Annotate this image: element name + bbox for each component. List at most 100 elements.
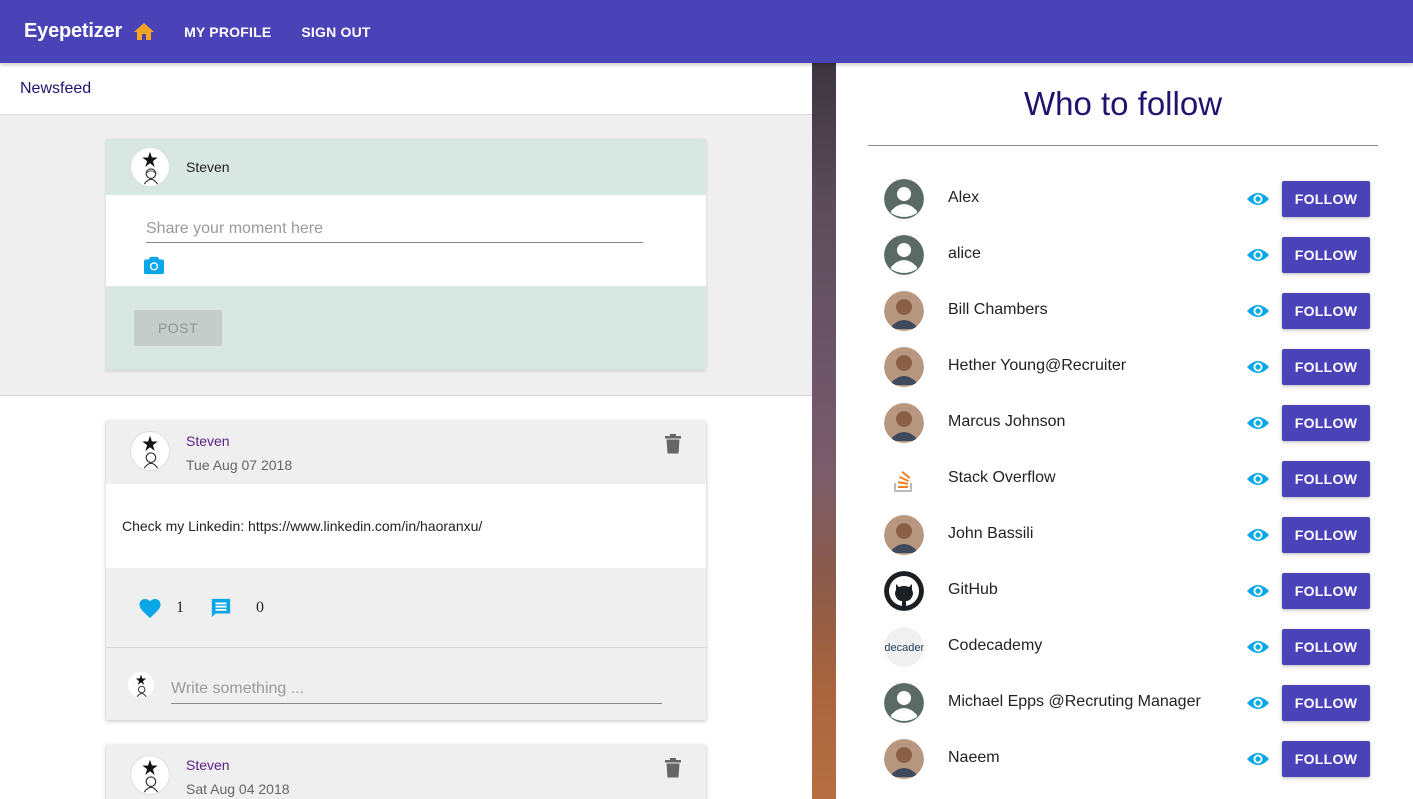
person-icon	[884, 235, 924, 275]
post-author[interactable]: Steven	[186, 757, 290, 773]
follow-button[interactable]: FOLLOW	[1282, 293, 1370, 329]
star-portrait-icon	[142, 151, 159, 185]
view-profile-icon[interactable]	[1246, 750, 1270, 768]
user-name[interactable]: John Bassili	[948, 525, 1033, 543]
user-name[interactable]: GitHub	[948, 581, 998, 599]
post-author[interactable]: Steven	[186, 433, 292, 449]
star-portrait-icon	[142, 759, 159, 793]
view-profile-icon[interactable]	[1246, 246, 1270, 264]
who-to-follow-panel: Who to follow Alex FOLLOW alice FOLLOW Bill …	[836, 63, 1413, 799]
view-profile-icon[interactable]	[1246, 470, 1270, 488]
user-avatar[interactable]	[884, 683, 924, 723]
follow-button[interactable]: FOLLOW	[1282, 237, 1370, 273]
share-moment-input[interactable]	[146, 215, 643, 243]
post-header: Steven Sat Aug 04 2018	[106, 745, 706, 799]
brand-title[interactable]: Eyepetizer	[24, 20, 122, 43]
user-name[interactable]: Hether Young@Recruiter	[948, 357, 1126, 375]
comment-box	[106, 648, 706, 720]
follow-button[interactable]: FOLLOW	[1282, 685, 1370, 721]
user-avatar[interactable]	[884, 515, 924, 555]
view-profile-icon[interactable]	[1246, 694, 1270, 712]
camera-icon[interactable]	[143, 255, 165, 275]
heart-icon[interactable]	[138, 597, 162, 619]
composer-header: Steven	[106, 139, 706, 195]
post-actions: 1 0	[106, 568, 706, 648]
view-profile-icon[interactable]	[1246, 302, 1270, 320]
user-avatar[interactable]	[884, 403, 924, 443]
user-name[interactable]: Michael Epps @Recruting Manager	[948, 693, 1201, 711]
codecademy-icon: odecadem	[884, 627, 924, 667]
user-name[interactable]: Stack Overflow	[948, 469, 1056, 487]
follow-button[interactable]: FOLLOW	[1282, 405, 1370, 441]
profile-photo-icon	[884, 403, 924, 443]
user-name[interactable]: Codecademy	[948, 637, 1042, 655]
follow-list-item: Michael Epps @Recruting Manager FOLLOW	[836, 675, 1413, 731]
newsfeed-header: Newsfeed	[0, 63, 812, 115]
like-count: 1	[176, 598, 184, 616]
comment-icon[interactable]	[210, 597, 232, 619]
post-card: Steven Sat Aug 04 2018	[106, 745, 706, 799]
post-meta: Steven Sat Aug 04 2018	[186, 755, 290, 797]
post-meta: Steven Tue Aug 07 2018	[186, 431, 292, 473]
view-profile-icon[interactable]	[1246, 358, 1270, 376]
view-profile-icon[interactable]	[1246, 414, 1270, 432]
view-profile-icon[interactable]	[1246, 526, 1270, 544]
home-icon[interactable]	[132, 20, 156, 44]
user-avatar[interactable]: odecadem	[884, 627, 924, 667]
user-avatar[interactable]	[884, 291, 924, 331]
follow-button[interactable]: FOLLOW	[1282, 181, 1370, 217]
user-avatar[interactable]	[884, 571, 924, 611]
person-icon	[884, 683, 924, 723]
stackoverflow-icon	[884, 459, 924, 499]
post-author-avatar[interactable]	[130, 755, 170, 795]
comment-input[interactable]	[171, 674, 662, 704]
comment-count: 0	[256, 598, 264, 616]
profile-photo-icon	[884, 291, 924, 331]
profile-photo-icon	[884, 347, 924, 387]
follow-button[interactable]: FOLLOW	[1282, 573, 1370, 609]
follow-button[interactable]: FOLLOW	[1282, 517, 1370, 553]
composer-user-name: Steven	[186, 159, 230, 175]
post-composer: Steven POST	[106, 139, 706, 370]
post-button[interactable]: POST	[134, 310, 222, 346]
star-portrait-icon	[142, 435, 159, 469]
post-date: Sat Aug 04 2018	[186, 781, 290, 797]
post-text: Check my Linkedin: https://www.linkedin.…	[106, 484, 706, 568]
post-date: Tue Aug 07 2018	[186, 457, 293, 473]
user-name[interactable]: Marcus Johnson	[948, 413, 1065, 431]
view-profile-icon[interactable]	[1246, 190, 1270, 208]
user-name[interactable]: Alex	[948, 189, 979, 207]
follow-list-item: Alex FOLLOW	[836, 171, 1413, 227]
view-profile-icon[interactable]	[1246, 638, 1270, 656]
title-divider	[868, 145, 1378, 146]
profile-photo-icon	[884, 515, 924, 555]
follow-list-item: Hether Young@Recruiter FOLLOW	[836, 339, 1413, 395]
person-icon	[884, 179, 924, 219]
user-avatar[interactable]	[884, 739, 924, 779]
sign-out-link[interactable]: SIGN OUT	[301, 24, 370, 40]
codecademy-logo-text: odecadem	[884, 642, 924, 654]
my-profile-link[interactable]: MY PROFILE	[184, 24, 271, 40]
post-card: Steven Tue Aug 07 2018 Check my Linkedin…	[106, 421, 706, 720]
user-avatar[interactable]	[884, 459, 924, 499]
delete-icon[interactable]	[664, 434, 682, 454]
post-author-avatar[interactable]	[130, 431, 170, 471]
follow-list-item: Stack Overflow FOLLOW	[836, 451, 1413, 507]
follow-list-item: Bill Chambers FOLLOW	[836, 283, 1413, 339]
user-avatar[interactable]	[884, 179, 924, 219]
view-profile-icon[interactable]	[1246, 582, 1270, 600]
newsfeed-title: Newsfeed	[20, 79, 92, 97]
follow-button[interactable]: FOLLOW	[1282, 461, 1370, 497]
delete-icon[interactable]	[664, 758, 682, 778]
follow-button[interactable]: FOLLOW	[1282, 741, 1370, 777]
user-name[interactable]: alice	[948, 245, 981, 263]
post-header: Steven Tue Aug 07 2018	[106, 421, 706, 484]
follow-list-item: odecadem Codecademy FOLLOW	[836, 619, 1413, 675]
who-to-follow-title: Who to follow	[1023, 85, 1223, 122]
follow-button[interactable]: FOLLOW	[1282, 349, 1370, 385]
user-avatar[interactable]	[884, 347, 924, 387]
user-name[interactable]: Naeem	[948, 749, 1000, 767]
user-name[interactable]: Bill Chambers	[948, 301, 1048, 319]
user-avatar[interactable]	[884, 235, 924, 275]
follow-button[interactable]: FOLLOW	[1282, 629, 1370, 665]
